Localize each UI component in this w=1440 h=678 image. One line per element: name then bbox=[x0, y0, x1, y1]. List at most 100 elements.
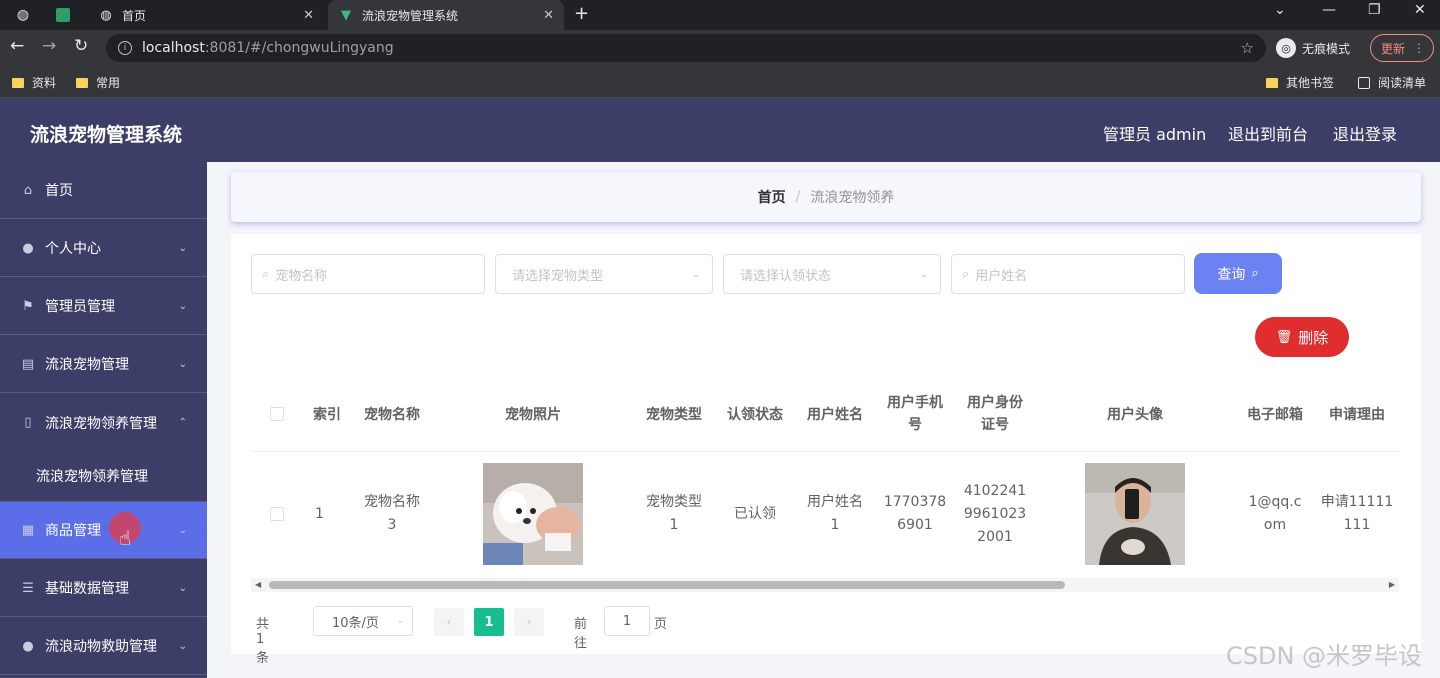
admin-user-link[interactable]: 管理员 admin bbox=[1103, 121, 1206, 145]
scrollbar-thumb[interactable] bbox=[269, 581, 1065, 589]
sidebar-item-home[interactable]: ⌂ 首页 bbox=[0, 162, 207, 219]
forward-icon[interactable]: → bbox=[42, 36, 56, 56]
prev-page-button[interactable]: ‹ bbox=[434, 608, 464, 636]
pet-name-input[interactable]: ⌕ 宠物名称 bbox=[251, 254, 485, 294]
sidebar-item-label: 流浪宠物领养管理 bbox=[45, 415, 157, 432]
reading-list-icon bbox=[1358, 76, 1370, 89]
sidebar-item-label: 流浪宠物管理 bbox=[45, 357, 129, 373]
back-to-frontend-link[interactable]: 退出到前台 bbox=[1228, 121, 1308, 145]
tab-home[interactable]: ◍ 首页 ✕ bbox=[88, 0, 324, 30]
logout-link[interactable]: 退出登录 bbox=[1333, 121, 1397, 145]
close-icon[interactable]: ✕ bbox=[303, 8, 314, 23]
close-window-icon[interactable]: ✕ bbox=[1414, 2, 1426, 18]
list-icon: ☰ bbox=[22, 580, 34, 596]
query-label: 查询 bbox=[1217, 266, 1246, 283]
sidebar-item-admin-manage[interactable]: ⚑ 管理员管理 ⌄ bbox=[0, 278, 207, 335]
table-cell-phone: 17703786901 bbox=[883, 494, 947, 533]
breadcrumb-separator: / bbox=[795, 189, 801, 205]
bookmark-folder[interactable]: 常用 bbox=[76, 74, 120, 91]
sidebar-item-rescue-manage[interactable]: ● 流浪动物救助管理 ⌄ bbox=[0, 618, 207, 675]
globe-icon[interactable]: ◍ bbox=[12, 4, 34, 26]
pet-type-placeholder: 请选择宠物类型 bbox=[512, 268, 604, 284]
pet-name-placeholder: 宠物名称 bbox=[275, 268, 328, 284]
browser-tab-bar: ◍ ◍ 首页 ✕ ▼ 流浪宠物管理系统 ✕ + ⌄ — ❐ ✕ bbox=[0, 0, 1440, 30]
close-icon[interactable]: ✕ bbox=[543, 8, 554, 23]
new-tab-icon[interactable]: + bbox=[574, 3, 589, 24]
update-label: 更新 bbox=[1381, 41, 1406, 56]
next-page-button[interactable]: › bbox=[514, 608, 544, 636]
user-name-input[interactable]: ⌕ 用户姓名 bbox=[951, 254, 1185, 294]
page-suffix: 页 bbox=[654, 617, 668, 632]
back-icon[interactable]: ← bbox=[10, 36, 24, 56]
breadcrumb-current: 流浪宠物领养 bbox=[810, 190, 895, 206]
goto-label: 前往 bbox=[574, 617, 588, 651]
chevron-down-icon[interactable]: ⌄ bbox=[1274, 2, 1286, 18]
sidebar-item-goods-manage[interactable]: ▦ 商品管理 ⌄ bbox=[0, 502, 207, 559]
hand-cursor-icon: ☝ bbox=[119, 526, 132, 550]
goto-page-input[interactable]: 1 bbox=[604, 606, 650, 636]
sidebar-item-basic-data[interactable]: ☰ 基础数据管理 ⌄ bbox=[0, 560, 207, 617]
table-cell-status: 已认领 bbox=[734, 505, 776, 522]
search-icon: ⌕ bbox=[962, 266, 970, 282]
select-all-checkbox[interactable] bbox=[270, 406, 284, 421]
folder-icon bbox=[1266, 77, 1278, 88]
globe-icon: ◍ bbox=[100, 7, 112, 23]
table-header: 用户手机号 bbox=[875, 376, 955, 452]
tab-label: 流浪宠物管理系统 bbox=[362, 8, 459, 23]
row-select bbox=[251, 452, 303, 576]
user-avatar[interactable] bbox=[1085, 463, 1185, 565]
table-header: 申请理由 bbox=[1315, 376, 1399, 452]
delete-button[interactable]: 🗑 删除 bbox=[1255, 317, 1349, 357]
url-field[interactable]: i localhost :8081/#/chongwuLingyang ☆ bbox=[106, 34, 1266, 62]
breadcrumb-home[interactable]: 首页 bbox=[758, 187, 786, 207]
sidebar-subitem-adoption-manage[interactable]: 流浪宠物领养管理 bbox=[0, 450, 207, 502]
table-header: 索引 bbox=[303, 376, 351, 452]
scroll-left-icon[interactable]: ◀ bbox=[255, 580, 261, 589]
minimize-icon[interactable]: — bbox=[1322, 2, 1336, 18]
incognito-indicator[interactable]: ◎ 无痕模式 bbox=[1276, 36, 1350, 60]
scroll-right-icon[interactable]: ▶ bbox=[1389, 580, 1395, 589]
bookmark-label: 其他书签 bbox=[1286, 76, 1335, 90]
info-icon[interactable]: i bbox=[118, 41, 132, 55]
pet-photo[interactable] bbox=[483, 463, 583, 565]
bookmarks-bar: 资料 常用 其他书签 阅读清单 bbox=[0, 66, 1440, 98]
app-header: 流浪宠物管理系统 管理员 admin 退出到前台 退出登录 bbox=[0, 98, 1440, 162]
page-number-current[interactable]: 1 bbox=[474, 608, 504, 636]
table-header: 宠物名称 bbox=[351, 376, 433, 452]
bookmark-label: 阅读清单 bbox=[1378, 76, 1427, 90]
update-button[interactable]: 更新 ⋮ bbox=[1370, 34, 1434, 62]
sidebar-item-adoption-manage[interactable]: ▯ 流浪宠物领养管理 ⌃ bbox=[0, 394, 207, 451]
page-size-select[interactable]: 10条/页 ⌄ bbox=[313, 606, 413, 636]
query-button[interactable]: 查询 ⌕ bbox=[1194, 253, 1282, 294]
status-select[interactable]: 请选择认领状态 ⌄ bbox=[723, 254, 941, 294]
sidebar-item-personal-center[interactable]: ● 个人中心 ⌄ bbox=[0, 220, 207, 277]
delete-label: 删除 bbox=[1298, 328, 1329, 347]
bookmark-folder[interactable]: 资料 bbox=[12, 74, 56, 91]
other-bookmarks[interactable]: 其他书签 bbox=[1266, 74, 1334, 91]
horizontal-scrollbar[interactable]: ◀ ▶ bbox=[251, 578, 1399, 592]
table-cell-pet-photo bbox=[433, 452, 633, 576]
bookmark-label: 常用 bbox=[96, 76, 121, 90]
chevron-down-icon: ⌄ bbox=[178, 582, 187, 594]
chevron-down-icon: ⌄ bbox=[919, 268, 928, 280]
row-checkbox[interactable] bbox=[270, 507, 284, 521]
table-cell-id-card: 410224199610232001 bbox=[963, 482, 1027, 545]
folder-icon bbox=[12, 77, 24, 88]
app-tab-icon[interactable] bbox=[52, 4, 74, 26]
pagination-total: 共 1 条 bbox=[256, 617, 270, 666]
reload-icon[interactable]: ↻ bbox=[74, 36, 88, 56]
tab-label: 首页 bbox=[122, 8, 147, 23]
page-size-value: 10条/页 bbox=[332, 615, 379, 631]
chevron-down-icon: ⌄ bbox=[178, 524, 187, 536]
reading-list[interactable]: 阅读清单 bbox=[1358, 74, 1426, 91]
app-title: 流浪宠物管理系统 bbox=[30, 124, 183, 146]
bulb-icon: ● bbox=[22, 638, 34, 654]
tab-pet-system[interactable]: ▼ 流浪宠物管理系统 ✕ bbox=[328, 0, 564, 30]
star-icon[interactable]: ☆ bbox=[1241, 39, 1254, 57]
chevron-down-icon: ⌄ bbox=[178, 640, 187, 652]
table-header: 用户身份证号 bbox=[955, 376, 1035, 452]
table-header: 电子邮箱 bbox=[1235, 376, 1315, 452]
restore-icon[interactable]: ❐ bbox=[1368, 2, 1381, 18]
pet-type-select[interactable]: 请选择宠物类型 ⌄ bbox=[495, 254, 713, 294]
sidebar-item-pet-manage[interactable]: ▤ 流浪宠物管理 ⌄ bbox=[0, 336, 207, 393]
